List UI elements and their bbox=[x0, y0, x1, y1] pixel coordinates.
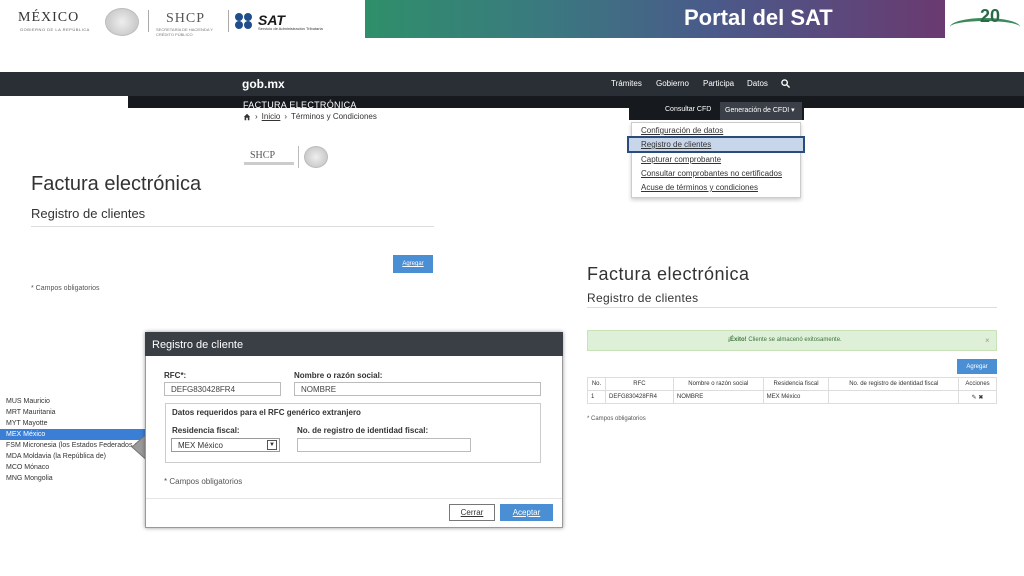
breadcrumb: › Inicio › Términos y Condiciones bbox=[243, 112, 377, 121]
national-seal-icon bbox=[304, 146, 328, 168]
modal-footer-divider bbox=[146, 498, 562, 499]
close-button[interactable]: Cerrar bbox=[449, 504, 495, 521]
mexico-logo-subtext: GOBIERNO DE LA REPÚBLICA bbox=[20, 27, 90, 32]
logo-divider bbox=[148, 10, 149, 32]
dropdown-registro-clientes[interactable]: Registro de clientes bbox=[641, 140, 711, 149]
gobmx-brand-link[interactable]: gob.mx bbox=[242, 77, 285, 91]
mexico-logo-text: MÉXICO bbox=[18, 10, 80, 25]
breadcrumb-separator: › bbox=[255, 112, 258, 121]
result-page-subtitle: Registro de clientes bbox=[587, 291, 699, 305]
country-option[interactable]: FSM Micronesia (los Estados Federados de… bbox=[0, 440, 148, 451]
modal-title: Registro de cliente bbox=[145, 332, 563, 356]
fiscal-id-label: No. de registro de identidad fiscal: bbox=[297, 426, 429, 435]
section-label: FACTURA ELECTRÓNICA bbox=[243, 100, 357, 110]
national-seal-icon bbox=[105, 8, 139, 36]
table-cell bbox=[828, 390, 959, 404]
country-option[interactable]: MUS Mauricio bbox=[0, 396, 148, 407]
table-cell: 1 bbox=[587, 390, 606, 404]
sat-logo-icon bbox=[235, 13, 252, 29]
dropdown-consultar-no-certificados[interactable]: Consultar comprobantes no certificados bbox=[641, 169, 782, 178]
shcp-logo-text: SHCP bbox=[166, 11, 206, 26]
nav-item-tramites[interactable]: Trámites bbox=[611, 79, 642, 88]
dropdown-acuse-terminos[interactable]: Acuse de términos y condiciones bbox=[641, 183, 758, 192]
table-header-row: No. RFC Nombre o razón social Residencia… bbox=[587, 377, 998, 391]
country-option-selected[interactable]: MEX México bbox=[0, 429, 148, 440]
country-option[interactable]: MCO Mónaco bbox=[0, 462, 148, 473]
breadcrumb-current: Términos y Condiciones bbox=[291, 112, 377, 121]
divider bbox=[31, 226, 434, 227]
required-fields-note: * Campos obligatorios bbox=[31, 285, 100, 292]
fieldset-legend: Datos requeridos para el RFC genérico ex… bbox=[172, 408, 361, 417]
table-header: No. de registro de identidad fiscal bbox=[828, 377, 959, 391]
country-select-list[interactable]: MUS Mauricio MRT Mauritania MYT Mayotte … bbox=[0, 396, 148, 488]
subnav-generacion-cfdi[interactable]: Generación de CFDI ▾ bbox=[725, 106, 795, 114]
page-subtitle: Registro de clientes bbox=[31, 206, 146, 221]
success-alert-text: ¡Éxito! Cliente se almacenó exitosamente… bbox=[728, 337, 842, 343]
logo-divider bbox=[228, 10, 229, 32]
dropdown-capturar-comprobante[interactable]: Capturar comprobante bbox=[641, 155, 721, 164]
clients-table: No. RFC Nombre o razón social Residencia… bbox=[587, 377, 998, 404]
page-title: Factura electrónica bbox=[31, 173, 202, 195]
breadcrumb-separator: › bbox=[284, 112, 288, 121]
chevron-down-icon[interactable]: ▼ bbox=[267, 440, 277, 450]
table-header: RFC bbox=[604, 377, 674, 391]
table-header: Nombre o razón social bbox=[672, 377, 764, 391]
table-row: 1 DEFG830428FR4 NOMBRE MEX México ✎ ✖ bbox=[587, 390, 998, 404]
name-input[interactable]: NOMBRE bbox=[294, 382, 541, 396]
table-cell: MEX México bbox=[762, 390, 830, 404]
fiscal-id-input[interactable] bbox=[297, 438, 471, 452]
shcp-mini-logo-line bbox=[244, 162, 294, 165]
subnav-consultar-cfd[interactable]: Consultar CFD bbox=[665, 106, 711, 113]
accept-button[interactable]: Aceptar bbox=[500, 504, 553, 521]
modal-required-note: * Campos obligatorios bbox=[164, 477, 243, 486]
table-header: No. bbox=[587, 377, 606, 391]
divider bbox=[587, 307, 997, 308]
gobmx-navbar bbox=[0, 72, 1024, 96]
dropdown-configuracion-datos[interactable]: Configuración de datos bbox=[641, 126, 723, 135]
alert-close-icon[interactable]: × bbox=[985, 336, 990, 345]
breadcrumb-inicio[interactable]: Inicio bbox=[262, 112, 281, 121]
country-option[interactable]: MYT Mayotte bbox=[0, 418, 148, 429]
table-header: Acciones bbox=[957, 377, 998, 391]
table-header: Residencia fiscal bbox=[762, 377, 830, 391]
rfc-label: RFC*: bbox=[164, 371, 187, 380]
title-band bbox=[365, 0, 945, 38]
table-cell: DEFG830428FR4 bbox=[604, 390, 674, 404]
required-fields-note: * Campos obligatorios bbox=[587, 416, 646, 422]
add-client-button[interactable]: Agregar bbox=[957, 359, 997, 374]
country-option[interactable]: MRT Mauritania bbox=[0, 407, 148, 418]
table-cell: NOMBRE bbox=[672, 390, 764, 404]
residence-label: Residencia fiscal: bbox=[172, 426, 240, 435]
sat-logo-subtext: Servicio de Administración Tributaria bbox=[258, 26, 323, 31]
result-page-title: Factura electrónica bbox=[587, 264, 750, 284]
portal-title: Portal del SAT bbox=[684, 5, 833, 30]
nav-item-gobierno[interactable]: Gobierno bbox=[656, 79, 689, 88]
home-icon[interactable] bbox=[243, 113, 251, 121]
nav-item-participa[interactable]: Participa bbox=[703, 79, 734, 88]
country-option[interactable]: MNG Mongolia bbox=[0, 473, 148, 484]
row-actions[interactable]: ✎ ✖ bbox=[957, 390, 998, 404]
logo-divider bbox=[298, 146, 299, 168]
shcp-logo-subtext: SECRETARÍA DE HACIENDA Y CRÉDITO PÚBLICO bbox=[156, 27, 213, 37]
residence-select[interactable]: MEX México bbox=[171, 438, 280, 452]
search-icon[interactable] bbox=[781, 79, 790, 88]
nav-item-datos[interactable]: Datos bbox=[747, 79, 768, 88]
rfc-input[interactable]: DEFG830428FR4 bbox=[164, 382, 281, 396]
add-client-button[interactable]: Agregar bbox=[393, 255, 433, 273]
country-option[interactable]: MDA Moldavia (la República de) bbox=[0, 451, 148, 462]
anniversary-number: 20 bbox=[980, 6, 1001, 26]
name-label: Nombre o razón social: bbox=[294, 371, 383, 380]
shcp-mini-logo: SHCP bbox=[250, 150, 276, 161]
